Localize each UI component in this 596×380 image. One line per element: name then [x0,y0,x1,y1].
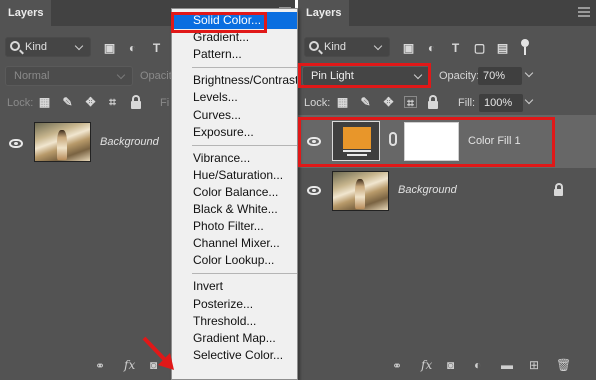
lock-position-icon[interactable]: ✥ [382,96,395,108]
menu-item[interactable]: Photo Filter... [172,218,297,235]
menu-item[interactable]: Channel Mixer... [172,235,297,252]
menu-item[interactable]: Invert [172,278,297,295]
shape-filter-icon[interactable]: ▢ [473,42,486,54]
visibility-eye-icon[interactable] [307,186,321,195]
lock-image-brush-icon[interactable]: ✎ [359,96,372,108]
link-layers-icon[interactable]: ⚭ [95,359,105,373]
type-filter-icon[interactable]: T [449,42,462,54]
new-layer-icon[interactable]: ⊞ [529,358,539,372]
menu-item[interactable]: Color Lookup... [172,252,297,269]
filter-kind-dropdown[interactable]: Kind [304,37,390,57]
filter-kind-label: Kind [324,41,347,53]
menu-item[interactable]: Vibrance... [172,150,297,167]
layer-name: Background [398,184,457,196]
chevron-down-icon [116,70,126,80]
layer-row-background[interactable]: Background [298,168,596,214]
lock-label: Lock: [304,97,331,109]
layer-thumbnail [332,171,389,211]
menu-separator [192,273,297,275]
chevron-down-icon [373,41,383,51]
layer-style-fx-icon[interactable]: fx [124,358,135,372]
filter-kind-label: Kind [25,41,48,53]
layer-style-fx-icon[interactable]: fx [421,358,432,372]
layers-tab[interactable]: Layers [0,0,52,26]
annotation-box-fill-layer [298,117,555,167]
annotation-box-blend-mode [298,63,431,88]
blend-mode-value: Normal [14,70,50,82]
menu-item[interactable]: Posterize... [172,296,297,313]
search-icon [309,41,319,51]
visibility-eye-icon[interactable] [9,139,23,148]
lock-transparent-icon[interactable]: ▦ [336,96,349,108]
layer-name: Background [100,136,159,148]
opacity-chevron-icon[interactable] [524,68,534,78]
layers-tab[interactable]: Layers [298,0,350,26]
lock-position-icon[interactable]: ✥ [84,96,97,108]
annotation-arrow [142,336,174,370]
pixel-filter-icon[interactable]: ▣ [103,42,116,54]
filter-toggle-stem [524,47,526,55]
lock-artboard-icon[interactable]: ⌗ [404,96,417,109]
lock-all-icon[interactable] [131,95,141,109]
opacity-value: 70% [483,70,506,82]
search-icon [10,41,20,51]
chevron-down-icon [74,41,84,51]
lock-artboard-icon[interactable]: ⌗ [106,96,119,108]
menu-item[interactable]: Black & White... [172,201,297,218]
type-filter-icon[interactable]: T [150,42,163,54]
adjustment-filter-icon[interactable]: ◐ [126,42,139,54]
panel-tab-bar: Layers [298,0,596,26]
lock-label: Lock: [7,97,34,109]
panel-menu-icon[interactable] [578,7,590,17]
fill-input[interactable]: 100% [479,94,523,112]
lock-all-icon[interactable] [428,95,438,109]
lock-transparent-icon[interactable]: ▦ [38,96,51,108]
fill-label: Fill: [458,97,476,109]
menu-item[interactable]: Color Balance... [172,184,297,201]
smart-object-filter-icon[interactable]: ▤ [496,42,509,54]
menu-item[interactable]: Levels... [172,89,297,106]
annotation-box-solid-color [171,12,267,33]
opacity-input[interactable]: 70% [478,67,522,85]
new-adjustment-layer-icon[interactable]: ◐ [474,358,481,372]
fill-label: Fi [160,97,170,109]
delete-layer-trash-icon[interactable]: 🗑 [556,358,571,372]
menu-item[interactable]: Brightness/Contrast... [172,72,297,89]
layer-thumbnail [34,122,91,162]
menu-item[interactable]: Gradient Map... [172,330,297,347]
adjustment-layer-menu: Solid Color... Gradient... Pattern... Brigh… [171,8,298,380]
menu-separator [192,144,297,146]
filter-toggle-icon[interactable] [521,39,529,47]
lock-image-brush-icon[interactable]: ✎ [61,96,74,108]
layers-panel-after: Layers Kind ▣ ◐ T ▢ ▤ Pin Light Opacity:… [298,0,596,380]
filter-kind-dropdown[interactable]: Kind [5,37,91,57]
menu-item[interactable]: Hue/Saturation... [172,167,297,184]
fill-value: 100% [484,97,513,109]
menu-item[interactable]: Threshold... [172,313,297,330]
menu-separator [192,67,297,69]
layer-lock-icon [554,183,563,196]
link-layers-icon[interactable]: ⚭ [392,359,402,373]
fill-chevron-icon[interactable] [524,95,534,105]
new-group-folder-icon[interactable]: ▬ [501,358,513,372]
pixel-filter-icon[interactable]: ▣ [402,42,415,54]
add-mask-icon[interactable]: ◙ [447,358,454,372]
menu-item[interactable]: Pattern... [172,46,297,63]
menu-item[interactable]: Curves... [172,107,297,124]
blend-mode-dropdown[interactable]: Normal [5,66,133,86]
menu-item[interactable]: Exposure... [172,124,297,141]
menu-item[interactable]: Selective Color... [172,347,297,364]
opacity-label: Opacity: [439,70,480,82]
adjustment-filter-icon[interactable]: ◐ [425,42,438,54]
